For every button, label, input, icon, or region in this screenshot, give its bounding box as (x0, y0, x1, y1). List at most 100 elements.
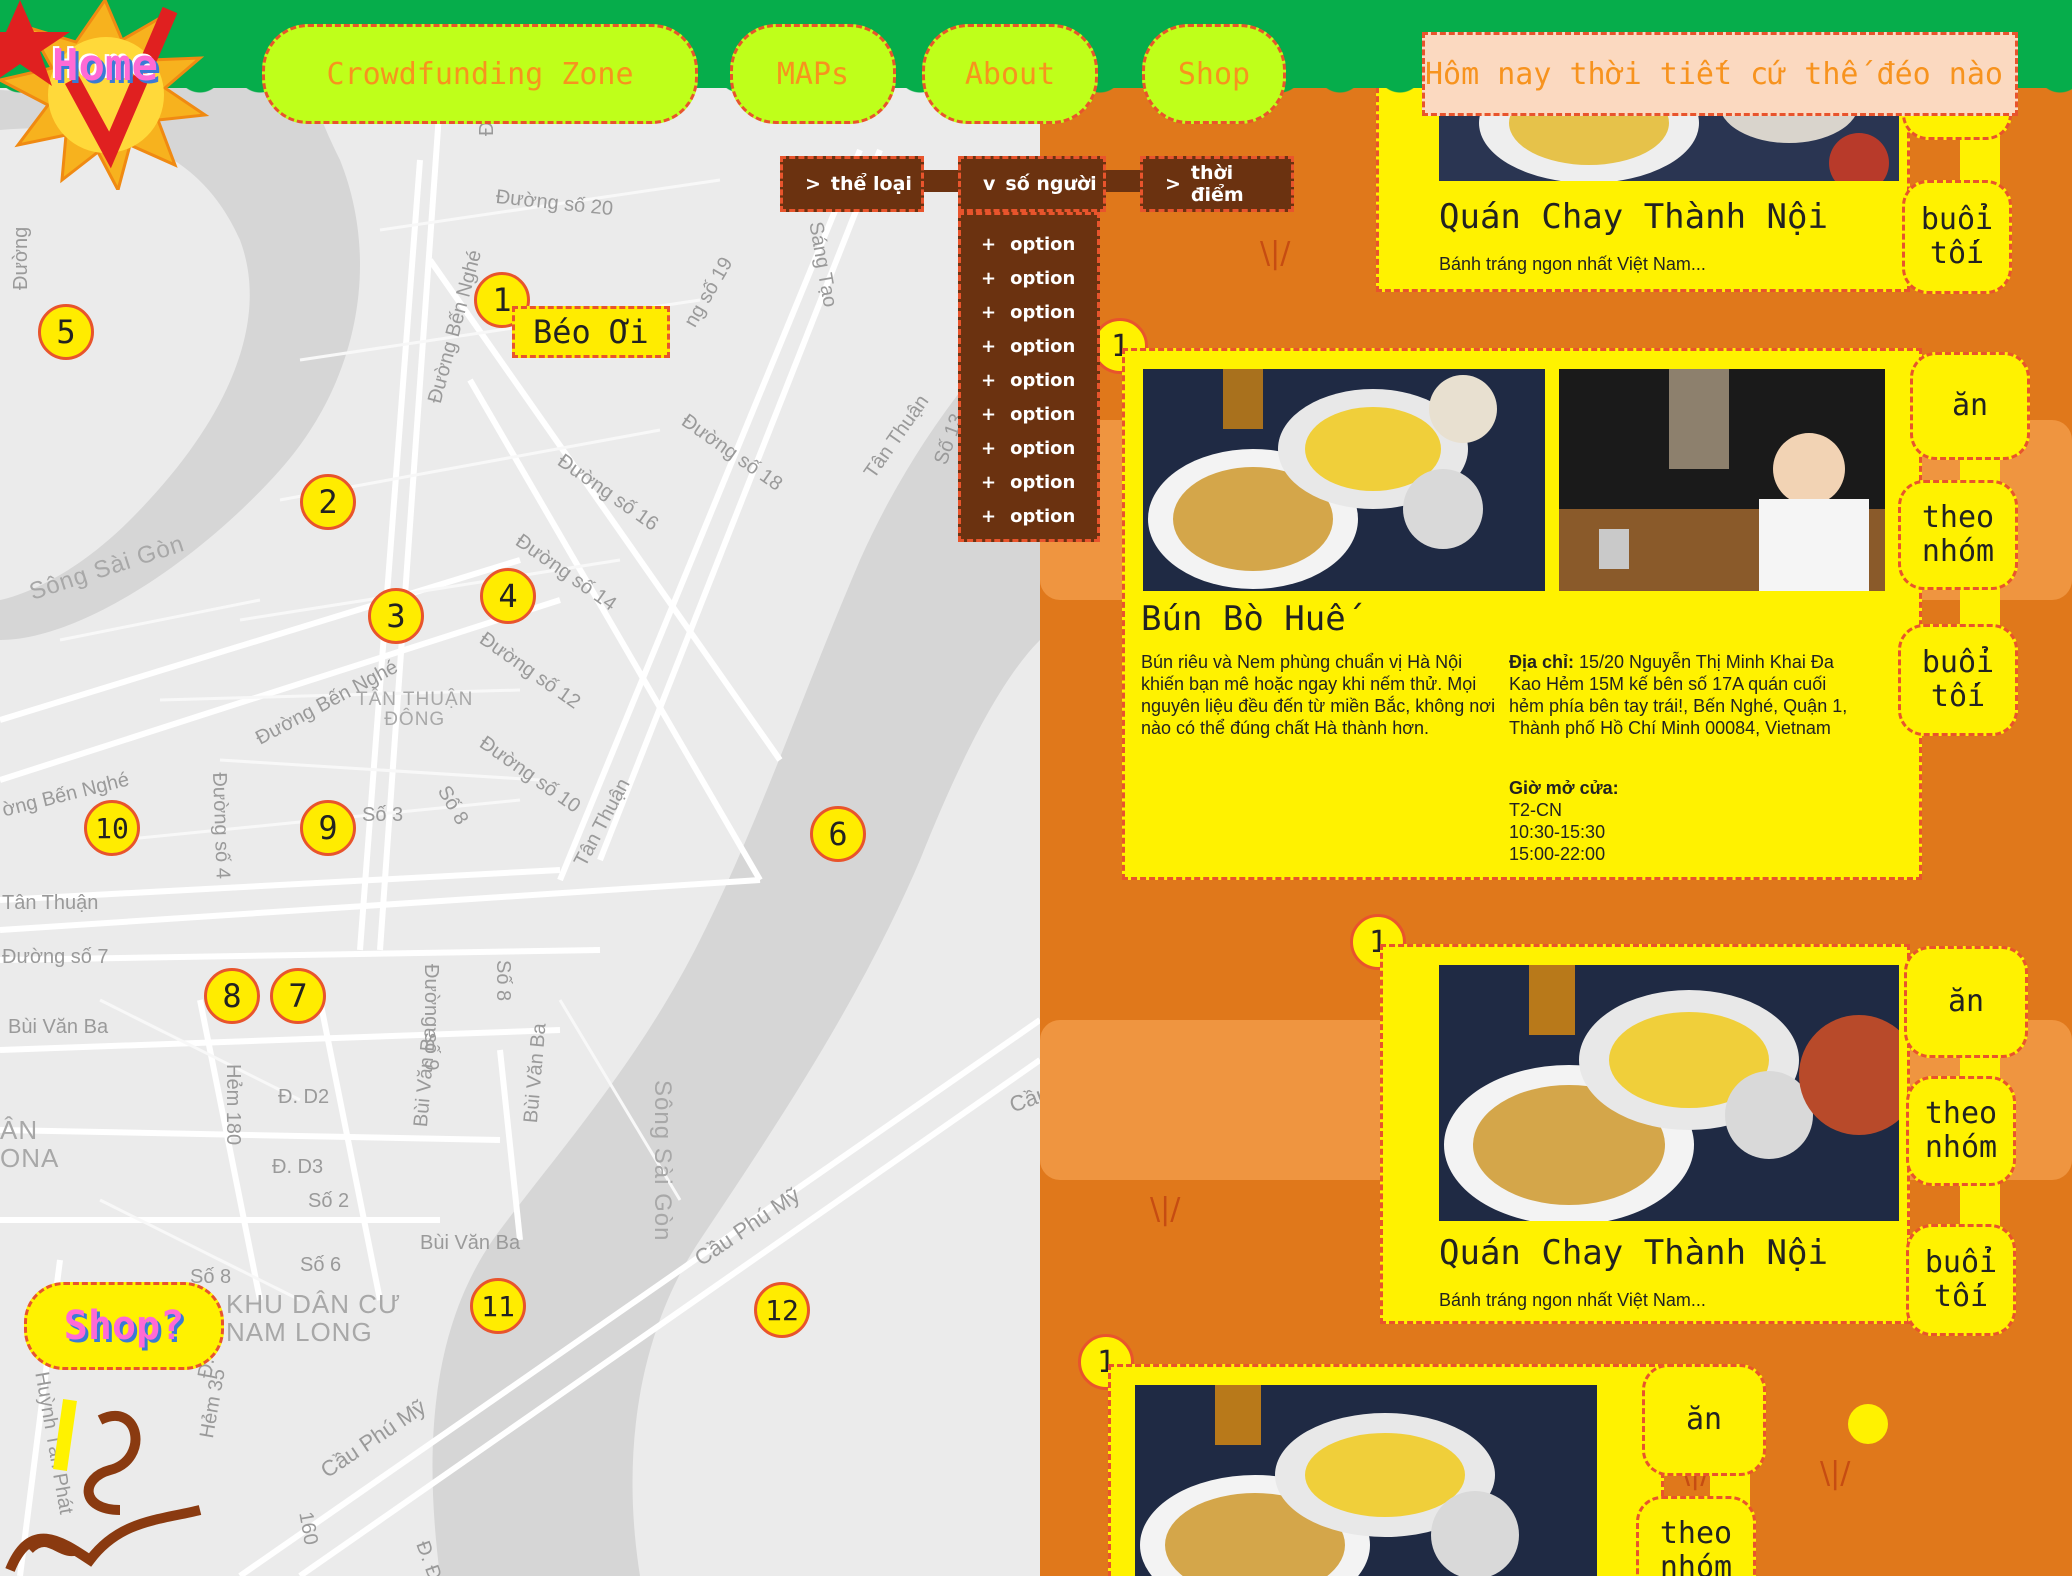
card-title: Bún Bò Huế (1141, 599, 1346, 639)
map-marker[interactable]: 12 (754, 1282, 810, 1338)
tag-group[interactable]: theo nhóm (1898, 480, 2018, 590)
dropdown-option[interactable]: + option (961, 465, 1097, 499)
card-description: Bún riêu và Nem phùng chuẩn vị Hà Nội kh… (1141, 652, 1496, 738)
dropdown-option[interactable]: + option (961, 295, 1097, 329)
sun-logo-icon (0, 0, 210, 195)
dropdown-option[interactable]: + option (961, 261, 1097, 295)
card-title: Quán Chay Thành Nội (1439, 1233, 1828, 1273)
map-marker[interactable]: 9 (300, 800, 356, 856)
tag-eat[interactable]: ăn (1642, 1364, 1766, 1476)
tag-eat[interactable]: ăn (1910, 352, 2030, 460)
food-list: \|/ \|/ \|/ \|/ Quán Chay Thành Nội Bánh… (1040, 0, 2072, 1576)
street-label: Số 6 (300, 1254, 342, 1276)
area-label: ÂN ONA (0, 1115, 60, 1173)
filter-label: thời điểm (1190, 162, 1244, 206)
street-label: Số 2 (308, 1190, 350, 1212)
street-label: Đường số 9 (420, 964, 442, 1071)
map-marker[interactable]: 10 (84, 800, 140, 856)
food-photo (1135, 1385, 1597, 1576)
food-photo (1143, 369, 1545, 591)
restaurant-card[interactable]: Quán Chay Thành Nội Bánh tráng ngon nhất… (1380, 944, 1910, 1324)
street-label: Đ. D3 (272, 1156, 324, 1178)
tag-group[interactable]: theo nhóm (1906, 1076, 2016, 1186)
option-label: option (1010, 471, 1076, 493)
grass-doodle: \|/ (1260, 236, 1291, 271)
hours-line: T2-CN (1509, 800, 1562, 820)
plus-icon: + (981, 437, 997, 459)
street-label: Số 3 (362, 804, 404, 826)
plus-icon: + (981, 335, 997, 357)
home-label: Home (52, 40, 158, 91)
restaurant-card[interactable]: Bún Bò Huế Bún riêu và Nem phùng chuẩn v… (1122, 348, 1922, 880)
card-description: Bánh tráng ngon nhất Việt Nam... (1439, 1290, 1706, 1310)
street-label: Đường (10, 226, 32, 290)
tag-group[interactable]: theo nhóm (1636, 1496, 1756, 1576)
map-marker[interactable]: 6 (810, 806, 866, 862)
street-label: Tân Thuận (2, 892, 99, 914)
option-label: option (1010, 301, 1076, 323)
card-title: Quán Chay Thành Nội (1439, 197, 1828, 237)
map-marker[interactable]: 4 (480, 568, 536, 624)
filter-category[interactable]: > thể loại (780, 156, 924, 212)
grass-doodle: \|/ (1820, 1456, 1851, 1491)
filter-people[interactable]: v số người (958, 156, 1106, 212)
plus-icon: + (981, 369, 997, 391)
map-popup[interactable]: Béo Ơi (512, 306, 670, 358)
option-label: option (1010, 505, 1076, 527)
yellow-dot (1848, 1404, 1888, 1444)
map-marker[interactable]: 8 (204, 968, 260, 1024)
home-button[interactable]: Home (0, 0, 210, 195)
option-label: option (1010, 335, 1076, 357)
hours-label: Giờ mở cửa: (1509, 778, 1619, 798)
option-label: option (1010, 233, 1076, 255)
map-marker[interactable]: 7 (270, 968, 326, 1024)
restaurant-card[interactable] (1108, 1364, 1664, 1576)
dropdown-option[interactable]: + option (961, 499, 1097, 533)
food-photo (1439, 965, 1899, 1221)
card-description: Bánh tráng ngon nhất Việt Nam... (1439, 254, 1706, 274)
tag-time[interactable]: buổi tối (1902, 180, 2012, 294)
filter-time[interactable]: > thời điểm (1140, 156, 1294, 212)
address-label: Địa chỉ: (1509, 652, 1575, 672)
map-marker[interactable]: 5 (38, 304, 94, 360)
street-label: Đường số 7 (2, 946, 109, 968)
dropdown-option[interactable]: + option (961, 397, 1097, 431)
map-marker[interactable]: 2 (300, 474, 356, 530)
street-label: Số 8 (492, 960, 514, 1002)
tag-time[interactable]: buổi tối (1898, 624, 2018, 736)
plus-icon: + (981, 471, 997, 493)
hours-line: 10:30-15:30 (1509, 822, 1606, 842)
map-marker[interactable]: 11 (470, 1278, 526, 1334)
people-dropdown: + option + option + option + option + option … (958, 212, 1100, 542)
nav-about[interactable]: About (922, 24, 1098, 124)
street-label: Bùi Văn Ba (420, 1232, 521, 1254)
street-label: Đường số 4 (208, 772, 234, 880)
nav-maps[interactable]: MAPs (730, 24, 896, 124)
plus-icon: + (981, 267, 997, 289)
dropdown-option[interactable]: + option (961, 363, 1097, 397)
card-hours: Giờ mở cửa: T2-CN 10:30-15:30 15:00-22:0… (1509, 777, 1865, 865)
chevron-right-icon: > (805, 173, 821, 195)
tag-time[interactable]: buổi tối (1906, 1224, 2016, 1336)
nav-crowdfunding[interactable]: Crowdfunding Zone (262, 24, 698, 124)
option-label: option (1010, 437, 1076, 459)
weather-ticker: Hôm nay thời tiết cứ thế đéo nào (1422, 32, 2018, 116)
plus-icon: + (981, 505, 997, 527)
nav-shop[interactable]: Shop (1142, 24, 1286, 124)
person-photo (1559, 369, 1885, 591)
area-label: KHU DÂN CƯ NAM LONG (226, 1289, 402, 1347)
river-label: Sông Sài Gòn (649, 1080, 676, 1242)
dropdown-option[interactable]: + option (961, 329, 1097, 363)
plus-icon: + (981, 403, 997, 425)
map-marker[interactable]: 3 (368, 588, 424, 644)
shop-bubble-button[interactable]: Shop? (24, 1282, 224, 1370)
option-label: option (1010, 267, 1076, 289)
area-label: TÂN THUẬN ĐÔNG (356, 689, 474, 730)
filter-label: thể loại (830, 173, 912, 195)
filter-label: số người (1005, 173, 1097, 195)
street-label: Hẻm 180 (222, 1064, 244, 1146)
scribble-mascot-icon (5, 1399, 202, 1572)
tag-eat[interactable]: ăn (1904, 946, 2028, 1058)
dropdown-option[interactable]: + option (961, 431, 1097, 465)
dropdown-option[interactable]: + option (961, 227, 1097, 261)
